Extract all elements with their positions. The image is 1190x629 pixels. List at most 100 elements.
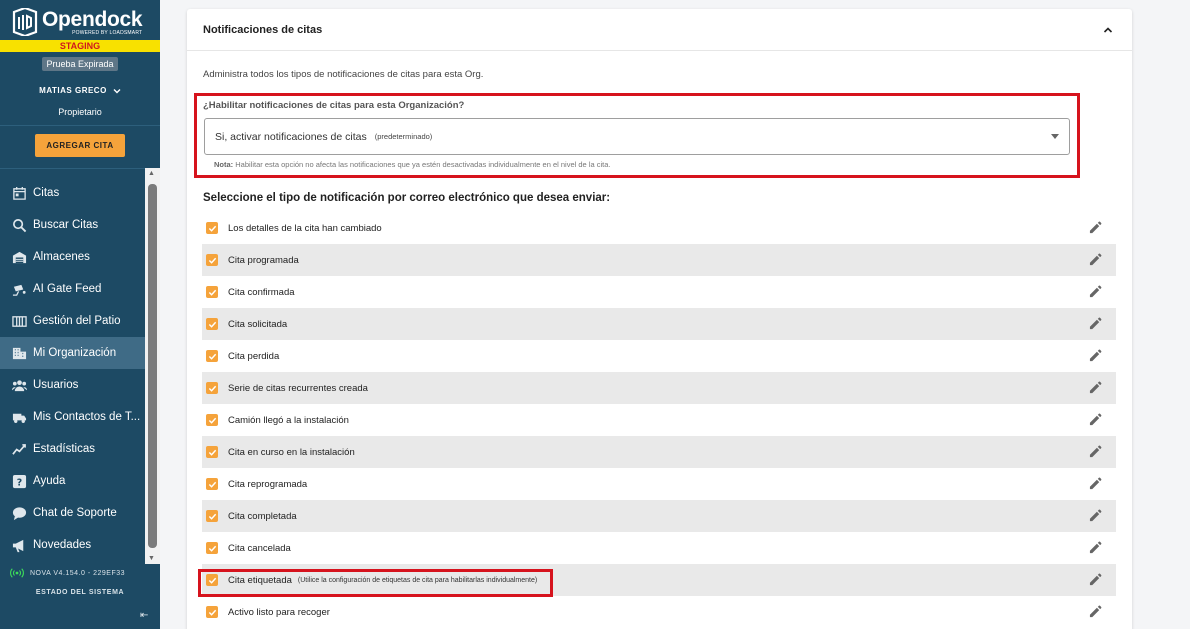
notification-checkbox[interactable]: [206, 318, 218, 330]
notification-label: Serie de citas recurrentes creada: [228, 382, 368, 394]
sidebar-item-label: Buscar Citas: [33, 219, 99, 231]
pencil-icon: [1089, 349, 1102, 362]
scroll-up-icon[interactable]: ▲: [148, 170, 155, 177]
check-icon: [208, 385, 216, 392]
sidebar-item-search[interactable]: Buscar Citas: [0, 209, 145, 241]
notification-label: Cita cancelada: [228, 542, 291, 554]
pencil-icon: [1089, 381, 1102, 394]
edit-template-button[interactable]: [1089, 541, 1102, 554]
system-status-link[interactable]: ESTADO DEL SISTEMA: [0, 589, 160, 596]
edit-template-button[interactable]: [1089, 253, 1102, 266]
panel-header[interactable]: Notificaciones de citas: [187, 9, 1132, 51]
sidebar-item-label: Gestión del Patio: [33, 315, 121, 327]
notification-checkbox[interactable]: [206, 382, 218, 394]
notification-label: Cita completada: [228, 510, 297, 522]
chevron-up-icon[interactable]: [1102, 24, 1114, 36]
check-icon: [208, 609, 216, 616]
notification-checkbox[interactable]: [206, 286, 218, 298]
sidebar-item-label: Ayuda: [33, 475, 66, 487]
opendock-logo-icon: [12, 8, 38, 36]
sidebar-item-chat[interactable]: Chat de Soporte: [0, 497, 145, 529]
brand-name: Opendock: [42, 7, 143, 31]
notification-label: Cita programada: [228, 254, 299, 266]
sidebar-scrollbar[interactable]: ▲ ▼: [145, 168, 160, 564]
edit-template-button[interactable]: [1089, 413, 1102, 426]
version-label: NOVA V4.154.0 - 229EF33: [30, 569, 126, 577]
enable-question-label: ¿Habilitar notificaciones de citas para …: [203, 100, 465, 111]
pencil-icon: [1089, 445, 1102, 458]
user-name: MATIAS GRECO: [39, 86, 107, 95]
collapse-sidebar-icon[interactable]: ⇤: [140, 610, 148, 621]
notification-checkbox[interactable]: [206, 478, 218, 490]
chart-icon: [11, 441, 27, 457]
scroll-down-icon[interactable]: ▼: [148, 555, 155, 562]
sidebar-item-help[interactable]: ? Ayuda: [0, 465, 145, 497]
edit-template-button[interactable]: [1089, 605, 1102, 618]
notification-checkbox[interactable]: [206, 222, 218, 234]
notification-checkbox[interactable]: [206, 254, 218, 266]
notification-label: Activo listo para recoger: [228, 606, 330, 618]
chat-icon: [11, 505, 27, 521]
add-appointment-button[interactable]: AGREGAR CITA: [35, 134, 125, 157]
notification-checkbox[interactable]: [206, 606, 218, 618]
check-icon: [208, 289, 216, 296]
sidebar-item-label: Estadísticas: [33, 443, 95, 455]
sidebar-nav: Citas Buscar Citas Almacenes AI Gate Feed Ge…: [0, 177, 145, 561]
signal-icon: [10, 568, 24, 578]
edit-template-button[interactable]: [1089, 445, 1102, 458]
sidebar-item-calendar[interactable]: Citas: [0, 177, 145, 209]
notification-checkbox[interactable]: [206, 510, 218, 522]
edit-template-button[interactable]: [1089, 285, 1102, 298]
notification-row: Activo listo para recoger: [202, 596, 1116, 628]
megaphone-icon: [11, 537, 27, 553]
sidebar-item-truck[interactable]: Mis Contactos de T...: [0, 401, 145, 433]
edit-template-button[interactable]: [1089, 349, 1102, 362]
sidebar-item-users[interactable]: Usuarios: [0, 369, 145, 401]
sidebar-item-label: AI Gate Feed: [33, 283, 102, 295]
check-icon: [208, 417, 216, 424]
notification-checkbox[interactable]: [206, 350, 218, 362]
pencil-icon: [1089, 541, 1102, 554]
staging-badge: STAGING: [0, 40, 160, 52]
select-hint: (predeterminado): [374, 132, 433, 141]
edit-template-button[interactable]: [1089, 221, 1102, 234]
version-info: NOVA V4.154.0 - 229EF33: [10, 568, 125, 578]
user-menu[interactable]: MATIAS GRECO: [0, 86, 160, 95]
yard-icon: [11, 313, 27, 329]
scroll-thumb[interactable]: [148, 184, 157, 548]
notification-label: Cita solicitada: [228, 318, 288, 330]
camera-icon: [11, 281, 27, 297]
check-icon: [208, 321, 216, 328]
brand-logo[interactable]: Opendock POWERED BY LOADSMART: [0, 0, 160, 40]
check-icon: [208, 257, 216, 264]
edit-template-button[interactable]: [1089, 381, 1102, 394]
notification-checkbox[interactable]: [206, 446, 218, 458]
sidebar-item-warehouse[interactable]: Almacenes: [0, 241, 145, 273]
edit-template-button[interactable]: [1089, 477, 1102, 490]
notification-checkbox[interactable]: [206, 414, 218, 426]
edit-template-button[interactable]: [1089, 317, 1102, 330]
notification-label: Cita en curso en la instalación: [228, 446, 355, 458]
sidebar-item-yard[interactable]: Gestión del Patio: [0, 305, 145, 337]
user-role: Propietario: [58, 107, 102, 117]
enable-notifications-select[interactable]: Si, activar notificaciones de citas (pre…: [204, 118, 1070, 155]
notification-list: Los detalles de la cita han cambiado Cita…: [202, 212, 1116, 628]
notification-row: Cita solicitada: [202, 308, 1116, 340]
notifications-panel: Notificaciones de citas Administra todos…: [187, 9, 1132, 629]
sidebar-item-label: Almacenes: [33, 251, 90, 263]
pencil-icon: [1089, 573, 1102, 586]
dropdown-arrow-icon: [1051, 134, 1059, 139]
sidebar-item-megaphone[interactable]: Novedades: [0, 529, 145, 561]
edit-template-button[interactable]: [1089, 573, 1102, 586]
check-icon: [208, 513, 216, 520]
sidebar-item-camera[interactable]: AI Gate Feed: [0, 273, 145, 305]
trial-badge: Prueba Expirada: [42, 57, 118, 71]
edit-template-button[interactable]: [1089, 509, 1102, 522]
calendar-icon: [11, 185, 27, 201]
sidebar: Opendock POWERED BY LOADSMART STAGING Pr…: [0, 0, 160, 629]
panel-description: Administra todos los tipos de notificaci…: [203, 69, 484, 80]
notification-row: Cita perdida: [202, 340, 1116, 372]
sidebar-item-chart[interactable]: Estadísticas: [0, 433, 145, 465]
sidebar-item-building[interactable]: Mi Organización: [0, 337, 145, 369]
notification-checkbox[interactable]: [206, 542, 218, 554]
